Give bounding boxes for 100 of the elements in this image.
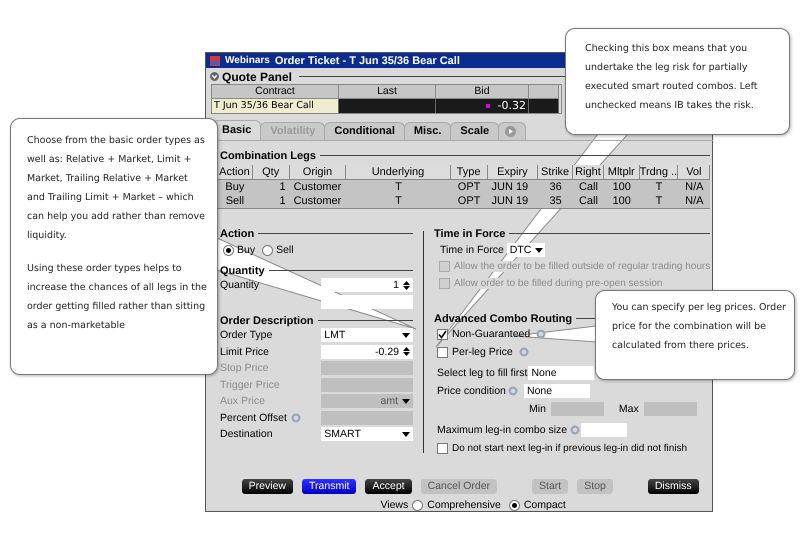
table-cell: -0.32 xyxy=(436,99,529,113)
field-label: Order Type xyxy=(220,329,272,342)
tab[interactable]: Scale xyxy=(450,122,500,140)
table-cell-text: 1 xyxy=(278,194,287,208)
callout-text: Checking this box means that you undertake the leg risk for partially executed smart routed combos. Left unchecked means IB takes the risk. xyxy=(585,42,759,113)
checkbox-label: Do not start next leg-in if previous leg-in did not finish xyxy=(452,442,688,454)
table-cell-text: Buy xyxy=(224,180,246,194)
button[interactable]: Transmit xyxy=(302,479,356,494)
help-icon[interactable] xyxy=(518,347,529,357)
radio-label: Compact xyxy=(524,499,566,511)
callout-text: You can specify per leg prices. Order price for the combination will be calculated from there prices. xyxy=(612,301,787,353)
table-cell-text: T xyxy=(394,194,403,208)
input-field[interactable]: None xyxy=(528,366,594,380)
table-cell-text: JUN 19 xyxy=(490,194,530,208)
input-field[interactable]: -0.29 xyxy=(321,344,413,359)
radio-label: Buy xyxy=(237,244,256,256)
help-icon[interactable] xyxy=(570,425,580,435)
button[interactable]: Preview xyxy=(242,479,294,494)
column-header: Strike xyxy=(538,165,574,180)
table-cell-text: N/A xyxy=(684,180,705,194)
window-title: Order Ticket - T Jun 35/36 Bear Call xyxy=(274,54,460,66)
table-cell-text: T xyxy=(394,180,403,194)
input-field[interactable] xyxy=(321,410,413,425)
field-label: Price condition xyxy=(437,385,506,397)
input-field[interactable] xyxy=(321,294,413,309)
radio-button[interactable] xyxy=(262,244,274,256)
button[interactable]: Accept xyxy=(365,479,412,494)
radio-button[interactable] xyxy=(412,500,424,510)
field-label: Min xyxy=(529,403,546,415)
section-title: Quantity xyxy=(220,264,265,276)
table-cell-text: OPT xyxy=(456,194,482,208)
caret-icon[interactable] xyxy=(402,332,410,338)
table-cell-text: JUN 19 xyxy=(490,180,530,194)
dropdown[interactable]: LMT xyxy=(321,328,413,342)
input-field[interactable] xyxy=(550,402,604,416)
section-title: Action xyxy=(220,228,254,240)
field-label: Percent Offset xyxy=(220,412,287,424)
chevron-circle-icon[interactable] xyxy=(210,72,219,81)
column-header: Trdng ... xyxy=(640,165,678,180)
table-cell-text: 100 xyxy=(612,194,632,208)
input-field[interactable] xyxy=(581,423,628,437)
field-label: Quantity xyxy=(220,279,260,292)
panel-title: Quote Panel xyxy=(222,70,292,84)
table-cell-text: 36 xyxy=(548,180,563,194)
field-label: Stop Price xyxy=(220,362,268,374)
dropdown[interactable]: SMART xyxy=(321,427,413,442)
section-title: Order Description xyxy=(220,314,314,326)
caret-icon[interactable] xyxy=(535,248,544,252)
input-field[interactable]: None xyxy=(524,384,590,398)
table-cell: T Jun 35/36 Bear Call xyxy=(212,99,339,113)
table-cell-text: N/A xyxy=(684,194,705,208)
column-header: Expiry xyxy=(488,165,538,180)
field-label: Aux Price xyxy=(220,395,265,408)
spinner-icon[interactable] xyxy=(403,347,410,356)
column-header: Right xyxy=(573,165,604,180)
table-cell-text: 1 xyxy=(278,180,287,194)
checkbox-label: Non-Guaranteed xyxy=(452,328,530,340)
column-header: Type xyxy=(450,165,488,180)
table-cell-text: T xyxy=(654,194,664,208)
column-header: Bid xyxy=(436,85,529,99)
table-cell-text: Call xyxy=(578,194,599,208)
help-icon[interactable] xyxy=(508,386,518,396)
checkbox-label: Per-leg Price xyxy=(452,346,513,358)
table-cell xyxy=(529,99,559,113)
column-header: Underlying xyxy=(346,165,451,180)
table-cell-text: OPT xyxy=(456,180,482,194)
checkbox[interactable] xyxy=(437,346,448,358)
table-cell-text: Customer xyxy=(292,194,342,208)
radio-button[interactable] xyxy=(508,500,520,510)
help-icon[interactable] xyxy=(290,412,301,423)
table-cell-text: T xyxy=(654,180,664,194)
play-circle-icon[interactable] xyxy=(505,126,516,137)
field-label: Trigger Price xyxy=(220,378,280,391)
table-cell-text: Call xyxy=(578,180,599,194)
checkbox-label: Allow the order to be filled outside of regular trading hours xyxy=(454,261,710,272)
tab[interactable] xyxy=(498,122,526,140)
section-title: Advanced Combo Routing xyxy=(434,312,572,324)
button[interactable]: Dismiss xyxy=(648,479,699,494)
spinner-icon[interactable] xyxy=(403,280,410,290)
table-cell-text: 35 xyxy=(548,194,563,208)
app-name: Webinars xyxy=(225,55,270,66)
dropdown[interactable]: DTC xyxy=(506,243,545,257)
caret-icon[interactable] xyxy=(402,432,410,437)
field-label: Select leg to fill first xyxy=(437,367,528,379)
tab[interactable]: Misc. xyxy=(404,122,452,140)
views-label: Views xyxy=(380,499,408,511)
checkbox[interactable] xyxy=(437,442,448,454)
tab[interactable]: Conditional xyxy=(324,122,405,140)
callout-text: Choose from the basic order types as well as: Relative + Market, Limit + Market, Trailing Relative + Market and Trailing Limit + Market – which can help you add rather than remove liquidity. xyxy=(27,134,206,243)
radio-label: Comprehensive xyxy=(427,499,501,511)
input-field[interactable]: 1 xyxy=(321,278,413,292)
app-icon xyxy=(210,56,220,66)
column-header: Last xyxy=(339,85,436,99)
field-label: Limit Price xyxy=(220,346,270,358)
checkbox[interactable] xyxy=(437,328,448,340)
radio-label: Sell xyxy=(276,244,294,256)
field-label: Time in Force xyxy=(440,244,504,256)
callout-text: Using these order types helps to increase the chances of all legs in the order getting filled rather than sitting as a non-marketable xyxy=(27,262,207,333)
input-field[interactable] xyxy=(644,402,697,416)
field-label: Maximum leg-in combo size xyxy=(437,424,568,436)
